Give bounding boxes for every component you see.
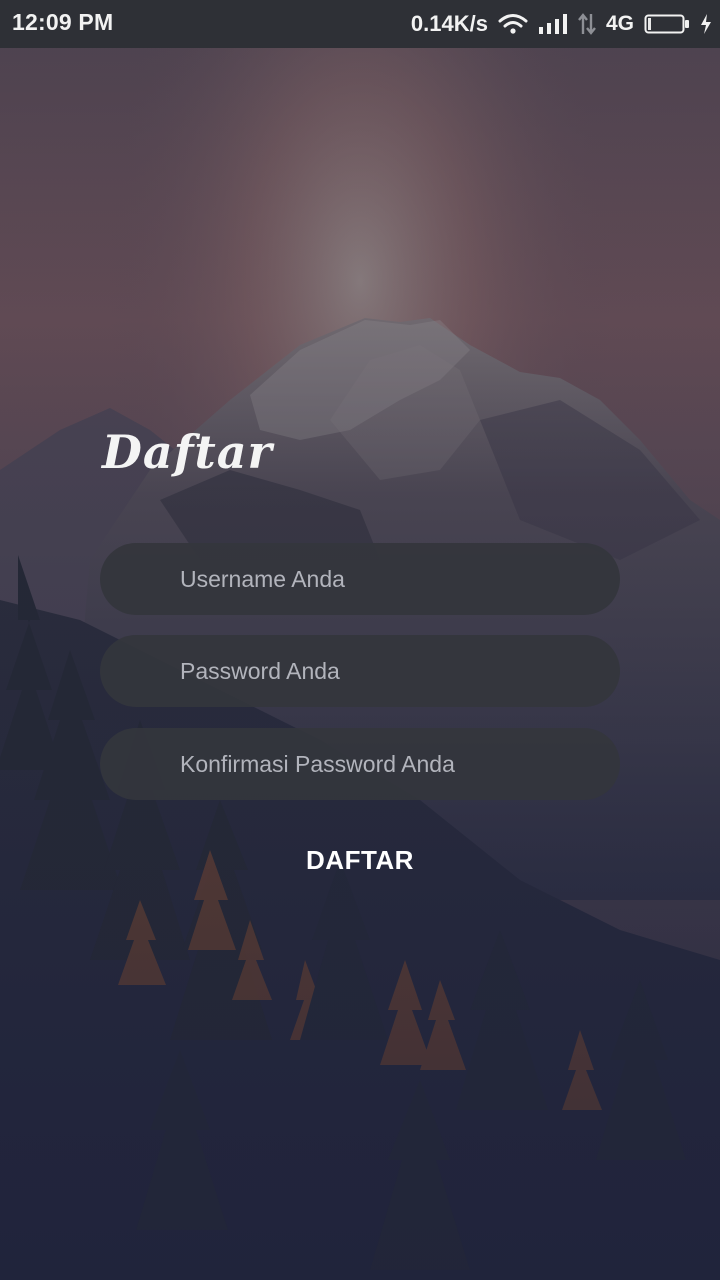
status-time: 12:09 PM xyxy=(12,9,114,35)
password-input[interactable] xyxy=(100,635,620,707)
page-title: Daftar xyxy=(102,425,273,479)
status-indicators: 0.14K/s 4G xyxy=(411,0,712,48)
network-type: 4G xyxy=(605,12,634,35)
register-button[interactable]: DAFTAR xyxy=(250,830,470,890)
signal-icon xyxy=(538,13,568,35)
confirm-password-input[interactable] xyxy=(100,728,620,800)
username-input[interactable] xyxy=(100,543,620,615)
wifi-icon xyxy=(498,13,528,35)
status-bar: 12:09 PM 0.14K/s 4G xyxy=(0,0,720,48)
data-transfer-icon xyxy=(578,12,596,36)
username-field[interactable] xyxy=(100,543,620,615)
password-field[interactable] xyxy=(100,635,620,707)
network-speed: 0.14K/s xyxy=(410,11,488,36)
battery-icon xyxy=(644,13,690,35)
charging-icon xyxy=(700,13,712,35)
confirm-password-field[interactable] xyxy=(100,728,620,800)
